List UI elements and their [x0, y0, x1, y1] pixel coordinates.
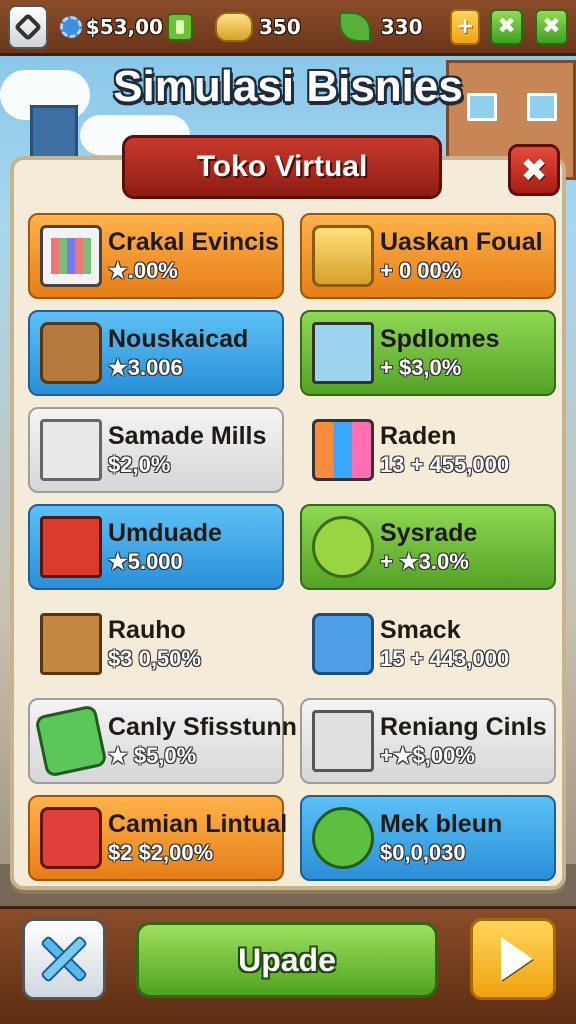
coin-stack-icon: [214, 11, 253, 42]
store-item-text: Smack 15 + 443,000: [380, 615, 509, 673]
store-item-text: Sysrade + ★3.0%: [380, 518, 477, 576]
store-item-text: Samade Mills $2,0%: [108, 421, 266, 479]
puzzle-icon: [312, 807, 374, 869]
store-item-value: 13 + 455,000: [380, 452, 510, 477]
store-item-name: Nouskaicad: [108, 325, 249, 353]
store-item-name: Crakal Evincis: [108, 228, 279, 256]
store-item-text: Crakal Evincis ★.00%: [108, 227, 279, 285]
store-item-text: Reniang Cinls +★$,00%: [380, 712, 547, 770]
store-item-value: + 0 00%: [380, 258, 462, 283]
panel-close-button[interactable]: ✖: [508, 144, 560, 196]
menu-diamond-icon: [13, 12, 43, 41]
money-value: $53,00: [85, 14, 163, 39]
store-item[interactable]: Reniang Cinls +★$,00%: [300, 698, 556, 784]
update-button[interactable]: Upade: [136, 922, 438, 998]
next-button[interactable]: [470, 918, 556, 1000]
store-item[interactable]: Uaskan Foual + 0 00%: [300, 213, 556, 299]
store-item-name: Canly Sfisstunn: [108, 713, 297, 741]
panel-header: Toko Virtual: [122, 135, 442, 199]
shopping-cart-icon: [40, 419, 102, 481]
top-resource-bar: $53,00 350 330 + ✖ ✖: [0, 0, 576, 56]
store-item-text: Camian Lintual $2 $2,00%: [108, 809, 287, 867]
store-item-value: + $3,0%: [380, 355, 462, 380]
store-item[interactable]: Crakal Evincis ★.00%: [28, 213, 284, 299]
store-item-name: Raden: [380, 422, 457, 450]
store-item-value: + ★3.0%: [380, 549, 469, 574]
store-item-value: ★ $5,0%: [108, 743, 197, 768]
store-item-name: Sysrade: [380, 519, 478, 547]
store-item-name: Samade Mills: [108, 422, 267, 450]
play-arrow-icon: [501, 937, 533, 981]
store-item-text: Umduade ★5.000: [108, 518, 222, 576]
eco-counter: 330: [338, 11, 423, 42]
tools-icon: ✖: [497, 14, 516, 39]
store-item-name: Umduade: [108, 519, 222, 547]
crate-icon: [40, 516, 102, 578]
cart-full-icon: [312, 710, 374, 772]
store-item[interactable]: Nouskaicad ★3.006: [28, 310, 284, 396]
store-item-name: Mek bleun: [380, 810, 503, 838]
game-title: Simulasi Bisnies: [113, 62, 463, 111]
laptop-icon: [312, 322, 374, 384]
toy-blocks-icon: [312, 419, 374, 481]
store-item-text: Mek bleun $0,0,030: [380, 809, 502, 867]
store-item-text: Spdlomes + $3,0%: [380, 324, 499, 382]
store-item-name: Reniang Cinls: [380, 713, 547, 741]
store-item-value: $2,0%: [108, 452, 171, 477]
store-item-grid: Crakal Evincis ★.00% Uaskan Foual + 0 00% No…: [28, 213, 556, 881]
close-icon: ✖: [542, 14, 561, 39]
coin-counter: 350: [214, 11, 301, 42]
store-item-value: $0,0,030: [380, 840, 466, 865]
exit-button[interactable]: ✖: [535, 8, 568, 45]
store-item-text: Nouskaicad ★3.006: [108, 324, 248, 382]
store-item-value: ★5.000: [108, 549, 183, 574]
plus-icon: +: [456, 14, 475, 39]
store-item-name: Smack: [380, 616, 461, 644]
store-item-text: Raden 13 + 455,000: [380, 421, 509, 479]
store-item[interactable]: Smack 15 + 443,000: [300, 601, 556, 687]
store-item-value: $3 0,50%: [108, 646, 201, 671]
store-item[interactable]: Raden 13 + 455,000: [300, 407, 556, 493]
add-currency-button[interactable]: +: [450, 8, 481, 45]
store-item[interactable]: Spdlomes + $3,0%: [300, 310, 556, 396]
store-item[interactable]: Canly Sfisstunn ★ $5,0%: [28, 698, 297, 784]
store-item-name: Uaskan Foual: [380, 228, 543, 256]
money-stack-icon: [312, 225, 374, 287]
store-item-text: Rauho $3 0,50%: [108, 615, 201, 673]
store-item-text: Uaskan Foual + 0 00%: [380, 227, 543, 285]
leaf-icon: [338, 11, 371, 42]
tools-button[interactable]: ✖: [490, 8, 524, 45]
store-item-value: +★$,00%: [380, 743, 475, 768]
store-item-value: ★3.006: [108, 355, 183, 380]
basket-icon: [40, 322, 102, 384]
store-item-value: ★.00%: [108, 258, 178, 283]
store-item-name: Spdlomes: [380, 325, 500, 353]
apple-basket-icon: [40, 807, 102, 869]
money-counter: $53,00: [59, 12, 193, 41]
store-item[interactable]: Camian Lintual $2 $2,00%: [28, 795, 287, 881]
store-item-value: $2 $2,00%: [108, 840, 214, 865]
coin-value: 350: [258, 14, 301, 39]
store-item[interactable]: Mek bleun $0,0,030: [300, 795, 556, 881]
cardboard-box-icon: [40, 613, 102, 675]
store-item[interactable]: Samade Mills $2,0%: [28, 407, 284, 493]
store-item-name: Rauho: [108, 616, 186, 644]
build-tools-button[interactable]: [22, 918, 106, 1000]
eco-value: 330: [380, 14, 423, 39]
store-item-value: 15 + 443,000: [380, 646, 510, 671]
store-item[interactable]: Sysrade + ★3.0%: [300, 504, 556, 590]
phone-icon: [34, 704, 108, 778]
fruit-icon: [312, 516, 374, 578]
store-item-name: Camian Lintual: [108, 810, 288, 838]
store-item[interactable]: Rauho $3 0,50%: [28, 601, 284, 687]
money-info-button[interactable]: [166, 12, 193, 41]
store-item-text: Canly Sfisstunn ★ $5,0%: [108, 712, 297, 770]
gear-icon: [59, 15, 82, 38]
store-item[interactable]: Umduade ★5.000: [28, 504, 284, 590]
shopping-bag-icon: [40, 225, 102, 287]
menu-button[interactable]: [8, 4, 48, 49]
close-icon: ✖: [520, 151, 548, 189]
mug-icon: [312, 613, 374, 675]
